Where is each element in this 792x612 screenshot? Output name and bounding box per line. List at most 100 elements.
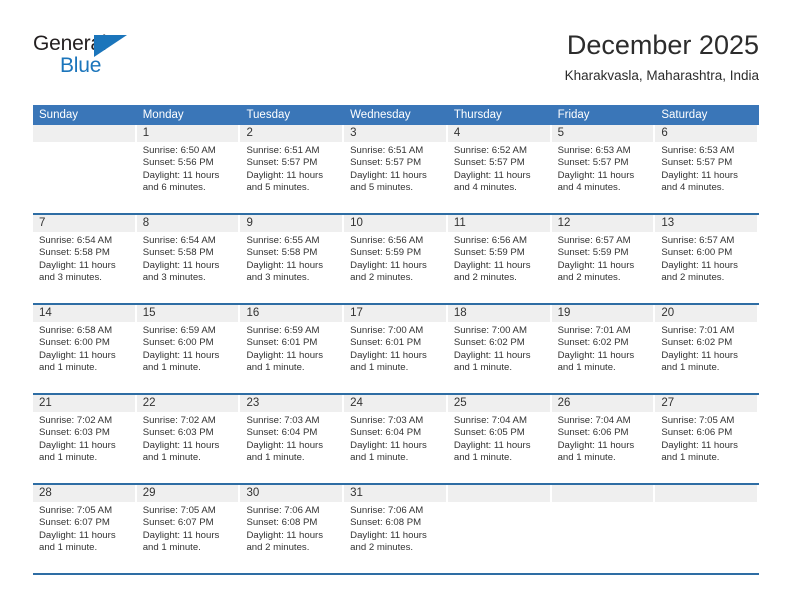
day-number: 9	[240, 215, 343, 232]
day-cell-5[interactable]: 5 Sunrise: 6:53 AM Sunset: 5:57 PM Daylight…	[551, 125, 656, 213]
sunset-text: Sunset: 6:02 PM	[453, 337, 525, 349]
day-cell-14[interactable]: 14 Sunrise: 6:58 AM Sunset: 6:00 PM Dayligh…	[33, 305, 137, 393]
day-number: 16	[240, 305, 343, 322]
day-cell-24[interactable]: 24 Sunrise: 7:03 AM Sunset: 6:04 PM Dayligh…	[344, 395, 448, 483]
day-cell-27[interactable]: 27 Sunrise: 7:05 AM Sunset: 6:06 PM Dayligh…	[655, 395, 759, 483]
daylight-text: Daylight: 11 hours and 1 minute.	[453, 439, 531, 463]
day-cell-7[interactable]: 7 Sunrise: 6:54 AM Sunset: 5:58 PM Daylight…	[33, 215, 137, 303]
day-cell-26[interactable]: 26 Sunrise: 7:04 AM Sunset: 6:06 PM Dayligh…	[551, 395, 656, 483]
day-cell-22[interactable]: 22 Sunrise: 7:02 AM Sunset: 6:03 PM Dayligh…	[136, 395, 241, 483]
day-details: Sunrise: 7:05 AM Sunset: 6:07 PM Daylight:…	[137, 502, 239, 554]
day-cell-30[interactable]: 30 Sunrise: 7:06 AM Sunset: 6:08 PM Dayligh…	[240, 485, 344, 573]
day-number	[33, 125, 135, 142]
day-cell-10[interactable]: 10 Sunrise: 6:56 AM Sunset: 5:59 PM Dayligh…	[344, 215, 448, 303]
day-details: Sunrise: 7:04 AM Sunset: 6:05 PM Daylight:…	[448, 412, 550, 464]
day-cell-2[interactable]: 2 Sunrise: 6:51 AM Sunset: 5:57 PM Daylight…	[240, 125, 344, 213]
day-details: Sunrise: 6:56 AM Sunset: 5:59 PM Daylight:…	[448, 232, 550, 284]
daylight-text: Daylight: 11 hours and 5 minutes.	[350, 169, 427, 193]
day-cell-13[interactable]: 13 Sunrise: 6:57 AM Sunset: 6:00 PM Dayligh…	[655, 215, 759, 303]
day-details: Sunrise: 6:54 AM Sunset: 5:58 PM Daylight:…	[33, 232, 135, 284]
sunrise-text: Sunrise: 6:59 AM	[246, 325, 320, 336]
weekday-header-friday: Friday	[557, 109, 590, 121]
day-cell-18[interactable]: 18 Sunrise: 7:00 AM Sunset: 6:02 PM Dayligh…	[447, 305, 552, 393]
calendar-weeks: 1 Sunrise: 6:50 AM Sunset: 5:56 PM Daylight…	[33, 125, 759, 573]
day-cell-23[interactable]: 23 Sunrise: 7:03 AM Sunset: 6:04 PM Dayligh…	[240, 395, 344, 483]
day-cell-19[interactable]: 19 Sunrise: 7:01 AM Sunset: 6:02 PM Dayligh…	[551, 305, 656, 393]
sunset-text: Sunset: 5:57 PM	[350, 157, 422, 169]
day-number: 14	[33, 305, 135, 322]
sunrise-text: Sunrise: 7:03 AM	[246, 415, 320, 426]
day-number: 24	[344, 395, 446, 412]
sunset-text: Sunset: 5:57 PM	[453, 157, 525, 169]
day-number: 5	[551, 125, 654, 142]
calendar-page: General Blue December 2025 Kharakvasla, …	[0, 0, 792, 612]
day-cell-31[interactable]: 31 Sunrise: 7:06 AM Sunset: 6:08 PM Dayligh…	[344, 485, 448, 573]
calendar-week-row: 7 Sunrise: 6:54 AM Sunset: 5:58 PM Daylight…	[33, 213, 759, 303]
daylight-text: Daylight: 11 hours and 1 minute.	[39, 349, 116, 373]
sunrise-text: Sunrise: 6:50 AM	[142, 145, 216, 156]
day-cell-3[interactable]: 3 Sunrise: 6:51 AM Sunset: 5:57 PM Daylight…	[344, 125, 448, 213]
daylight-text: Daylight: 11 hours and 1 minute.	[557, 349, 635, 373]
day-cell-20[interactable]: 20 Sunrise: 7:01 AM Sunset: 6:02 PM Dayligh…	[655, 305, 759, 393]
sunrise-text: Sunrise: 7:00 AM	[453, 325, 527, 336]
day-cell-16[interactable]: 16 Sunrise: 6:59 AM Sunset: 6:01 PM Dayligh…	[240, 305, 344, 393]
daylight-text: Daylight: 11 hours and 2 minutes.	[557, 259, 635, 283]
sunrise-text: Sunrise: 7:04 AM	[453, 415, 527, 426]
sunrise-text: Sunrise: 7:03 AM	[350, 415, 424, 426]
day-details: Sunrise: 7:00 AM Sunset: 6:02 PM Daylight:…	[448, 322, 550, 374]
sunset-text: Sunset: 6:00 PM	[661, 247, 733, 259]
day-number: 27	[655, 395, 758, 412]
day-cell-29[interactable]: 29 Sunrise: 7:05 AM Sunset: 6:07 PM Dayligh…	[136, 485, 241, 573]
general-blue-logo[interactable]: General Blue	[33, 32, 153, 88]
page-title: December 2025	[566, 30, 759, 60]
sunset-text: Sunset: 6:05 PM	[453, 427, 525, 439]
day-number	[447, 485, 550, 502]
sunrise-text: Sunrise: 6:58 AM	[39, 325, 113, 336]
weekday-header-tuesday: Tuesday	[246, 109, 291, 121]
day-details: Sunrise: 6:59 AM Sunset: 6:01 PM Daylight:…	[240, 322, 342, 374]
day-number	[551, 485, 654, 502]
day-cell-4[interactable]: 4 Sunrise: 6:52 AM Sunset: 5:57 PM Daylight…	[447, 125, 552, 213]
day-number: 22	[136, 395, 239, 412]
day-details: Sunrise: 7:01 AM Sunset: 6:02 PM Daylight:…	[552, 322, 654, 374]
page-header: General Blue December 2025 Kharakvasla, …	[33, 28, 759, 96]
calendar-week-row: 14 Sunrise: 6:58 AM Sunset: 6:00 PM Dayligh…	[33, 303, 759, 393]
calendar-week-row: 1 Sunrise: 6:50 AM Sunset: 5:56 PM Daylight…	[33, 125, 759, 213]
day-number: 3	[344, 125, 446, 142]
day-cell-12[interactable]: 12 Sunrise: 6:57 AM Sunset: 5:59 PM Dayligh…	[551, 215, 656, 303]
day-number: 31	[344, 485, 446, 502]
daylight-text: Daylight: 11 hours and 6 minutes.	[142, 169, 220, 193]
day-cell-6[interactable]: 6 Sunrise: 6:53 AM Sunset: 5:57 PM Daylight…	[655, 125, 759, 213]
calendar-week-row: 21 Sunrise: 7:02 AM Sunset: 6:03 PM Dayligh…	[33, 393, 759, 483]
sunset-text: Sunset: 6:01 PM	[350, 337, 422, 349]
sunrise-text: Sunrise: 6:51 AM	[350, 145, 424, 156]
daylight-text: Daylight: 11 hours and 2 minutes.	[661, 259, 738, 283]
day-cell-25[interactable]: 25 Sunrise: 7:04 AM Sunset: 6:05 PM Dayligh…	[447, 395, 552, 483]
daylight-text: Daylight: 11 hours and 1 minute.	[39, 439, 116, 463]
day-number: 29	[136, 485, 239, 502]
day-cell-8[interactable]: 8 Sunrise: 6:54 AM Sunset: 5:58 PM Daylight…	[136, 215, 241, 303]
day-cell-11[interactable]: 11 Sunrise: 6:56 AM Sunset: 5:59 PM Dayligh…	[447, 215, 552, 303]
daylight-text: Daylight: 11 hours and 1 minute.	[142, 349, 220, 373]
day-cell-1[interactable]: 1 Sunrise: 6:50 AM Sunset: 5:56 PM Daylight…	[136, 125, 241, 213]
day-number: 17	[344, 305, 446, 322]
sunset-text: Sunset: 6:04 PM	[246, 427, 318, 439]
day-cell-17[interactable]: 17 Sunrise: 7:00 AM Sunset: 6:01 PM Dayligh…	[344, 305, 448, 393]
sunset-text: Sunset: 6:01 PM	[246, 337, 318, 349]
sunset-text: Sunset: 6:02 PM	[661, 337, 733, 349]
day-cell-9[interactable]: 9 Sunrise: 6:55 AM Sunset: 5:58 PM Daylight…	[240, 215, 344, 303]
day-cell-21[interactable]: 21 Sunrise: 7:02 AM Sunset: 6:03 PM Dayligh…	[33, 395, 137, 483]
day-cell-28[interactable]: 28 Sunrise: 7:05 AM Sunset: 6:07 PM Dayligh…	[33, 485, 137, 573]
day-details: Sunrise: 7:06 AM Sunset: 6:08 PM Daylight:…	[240, 502, 342, 554]
day-number: 12	[551, 215, 654, 232]
sunrise-text: Sunrise: 6:54 AM	[39, 235, 113, 246]
weekday-header-wednesday: Wednesday	[350, 109, 411, 121]
day-details: Sunrise: 6:57 AM Sunset: 6:00 PM Daylight:…	[655, 232, 757, 284]
day-details: Sunrise: 7:03 AM Sunset: 6:04 PM Daylight:…	[240, 412, 342, 464]
sunrise-text: Sunrise: 6:57 AM	[661, 235, 735, 246]
sunrise-text: Sunrise: 7:06 AM	[246, 505, 320, 516]
day-cell-15[interactable]: 15 Sunrise: 6:59 AM Sunset: 6:00 PM Dayligh…	[136, 305, 241, 393]
sunset-text: Sunset: 5:59 PM	[557, 247, 629, 259]
day-details: Sunrise: 6:56 AM Sunset: 5:59 PM Daylight:…	[344, 232, 446, 284]
day-number: 25	[447, 395, 550, 412]
